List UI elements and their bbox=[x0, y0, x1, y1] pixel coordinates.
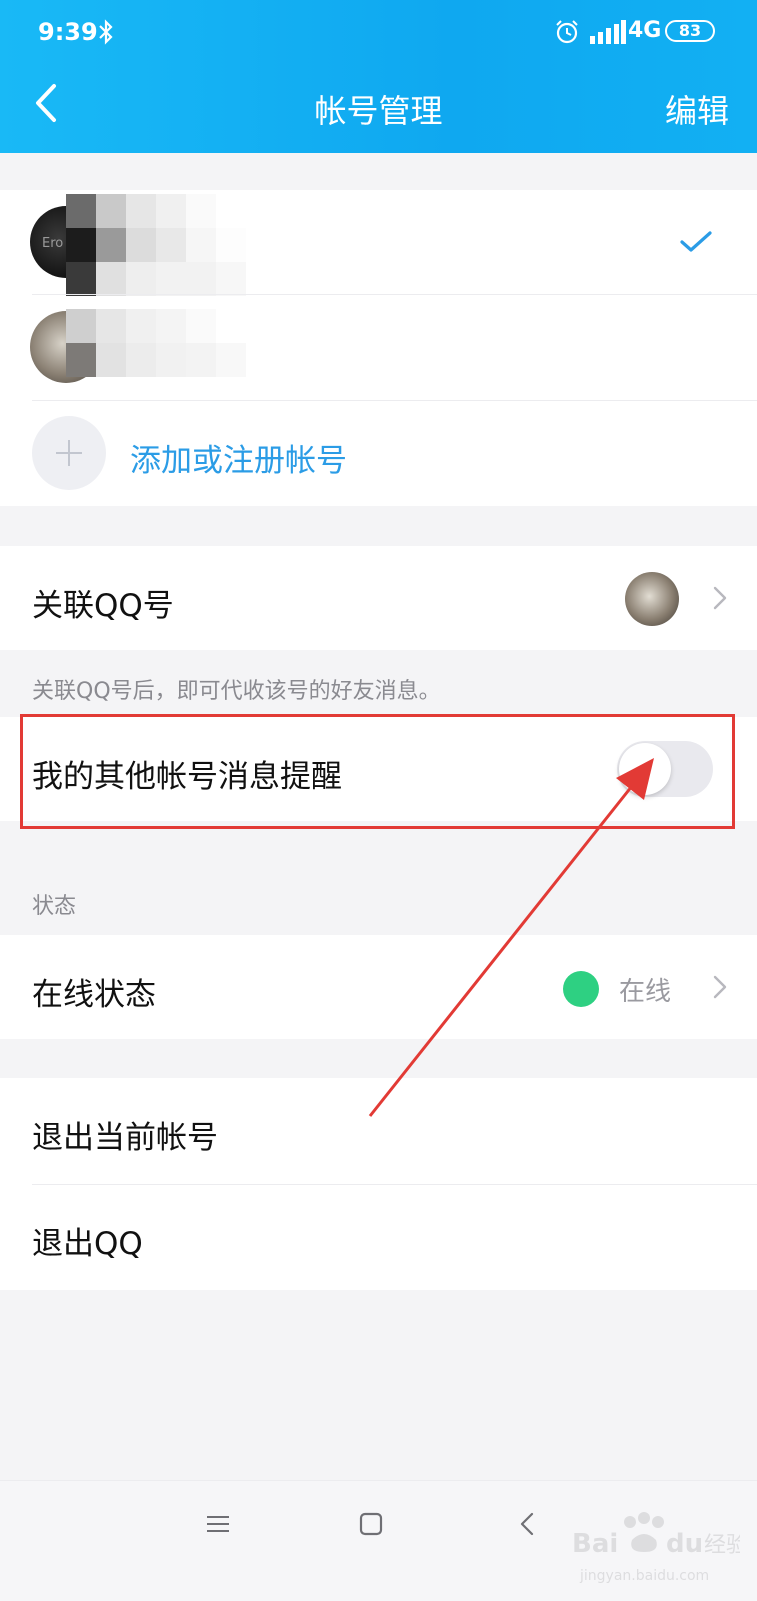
svg-text:du: du bbox=[666, 1529, 703, 1559]
svg-text:经验: 经验 bbox=[704, 1533, 740, 1558]
baidu-watermark: Bai du 经验 jingyan.baidu.com bbox=[570, 1500, 748, 1590]
svg-text:jingyan.baidu.com: jingyan.baidu.com bbox=[579, 1568, 709, 1584]
annotation-arrow bbox=[368, 758, 654, 1117]
back-nav-icon[interactable] bbox=[518, 1511, 536, 1537]
menu-icon[interactable] bbox=[205, 1513, 231, 1535]
home-icon[interactable] bbox=[358, 1511, 384, 1537]
svg-text:Bai: Bai bbox=[572, 1529, 618, 1559]
baidu-logo-icon: Bai du 经验 jingyan.baidu.com bbox=[572, 1512, 748, 1584]
